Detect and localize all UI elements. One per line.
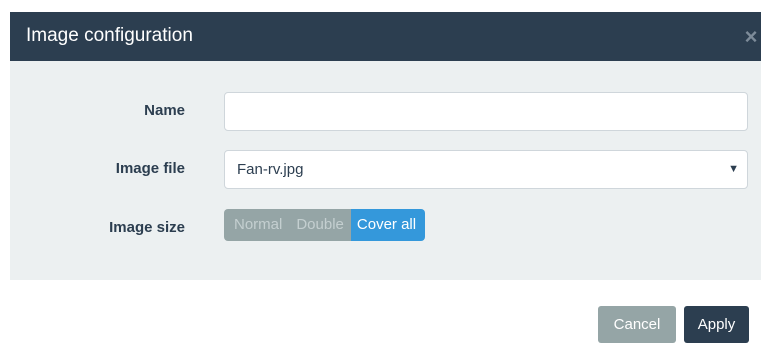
chevron-down-icon: ▼ bbox=[728, 163, 739, 175]
dialog-body: Name Image file Fan-rv.jpg ▼ Image size … bbox=[10, 61, 761, 280]
image-size-option-double[interactable]: Double bbox=[289, 209, 351, 241]
dialog-header: Image configuration × bbox=[10, 12, 761, 61]
image-file-label: Image file bbox=[115, 160, 185, 177]
cancel-button[interactable]: Cancel bbox=[598, 306, 676, 343]
image-configuration-dialog: Image configuration × Name Image file Fa… bbox=[10, 12, 761, 343]
image-file-select[interactable]: Fan-rv.jpg ▼ bbox=[224, 150, 748, 189]
apply-button[interactable]: Apply bbox=[684, 306, 749, 343]
image-size-option-normal[interactable]: Normal bbox=[224, 209, 290, 241]
dialog-title: Image configuration bbox=[26, 25, 193, 46]
name-label: Name bbox=[144, 102, 185, 119]
image-file-selected-value: Fan-rv.jpg bbox=[237, 161, 304, 178]
image-size-option-cover-all[interactable]: Cover all bbox=[350, 209, 426, 241]
name-input[interactable] bbox=[224, 92, 748, 131]
image-size-toggle-group: Normal Double Cover all bbox=[224, 209, 426, 241]
close-icon[interactable]: × bbox=[742, 26, 760, 48]
image-size-label: Image size bbox=[109, 219, 185, 236]
